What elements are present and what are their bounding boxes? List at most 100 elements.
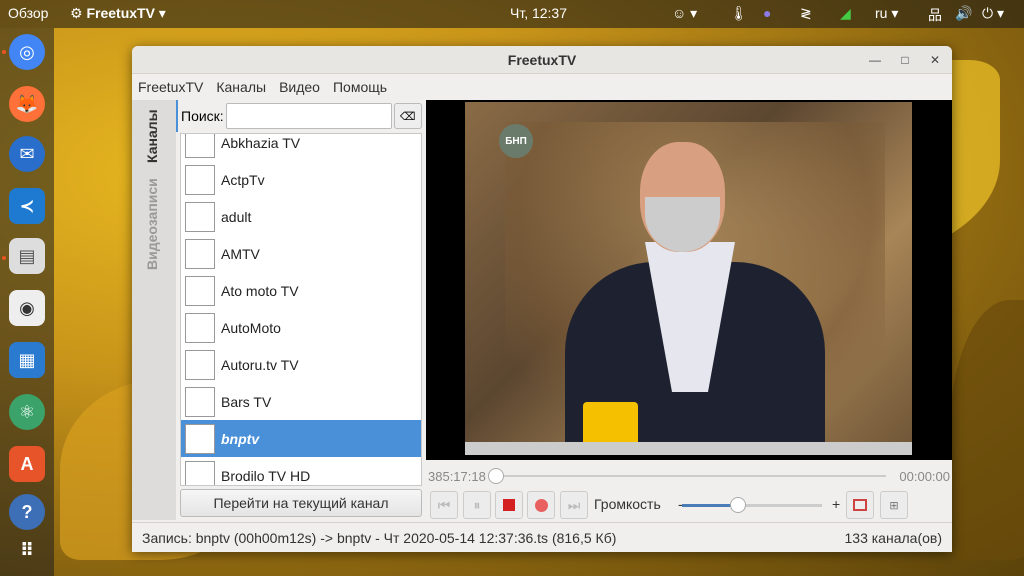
power-icon[interactable]: ⏻ ▾ (982, 5, 1004, 22)
previous-button[interactable]: ⏮ (430, 491, 458, 519)
channel-name: bnptv (221, 430, 260, 447)
language-indicator[interactable]: ru ▾ (875, 5, 898, 22)
channel-thumbnail (185, 164, 215, 195)
total-time: 00:00:00 (899, 469, 950, 484)
menu-video[interactable]: Видео (279, 79, 320, 95)
channel-thumbnail (185, 134, 215, 158)
fullscreen-icon (853, 499, 867, 511)
menu-help[interactable]: Помощь (333, 79, 387, 95)
channel-row[interactable]: Autoru.tv TV (181, 346, 421, 383)
stop-icon (503, 499, 515, 511)
zoom-tray-icon[interactable]: ≷ (800, 5, 812, 22)
channel-thumbnail (185, 423, 215, 454)
atom-icon[interactable]: ⚛ (9, 394, 45, 430)
channel-name: AutoMoto (221, 319, 281, 336)
channel-row[interactable]: AutoMoto (181, 309, 421, 346)
channel-list[interactable]: Abkhazia TV ActpTv adult AMTV Ato moto TV Aut… (180, 133, 422, 486)
menu-channels[interactable]: Каналы (216, 79, 266, 95)
menu-freetuxtv[interactable]: FreetuxTV (138, 79, 203, 95)
channel-name: Abkhazia TV (221, 134, 301, 151)
side-tabs: Каналы Видеозаписи (132, 100, 176, 520)
channel-name: Bars TV (221, 393, 272, 410)
tab-channels[interactable]: Каналы (144, 109, 160, 163)
video-frame: БНП (465, 102, 912, 455)
thunderbird-icon[interactable]: ✉ (9, 136, 45, 172)
dock: ◎ 🦊 ✉ ≺ ▤ ◉ ▦ ⚛ A ? ⠿ (0, 28, 54, 576)
next-button[interactable]: ⏭ (560, 491, 588, 519)
files-icon[interactable]: ▤ (9, 238, 45, 274)
video-area[interactable]: БНП (426, 100, 952, 460)
channel-thumbnail (185, 386, 215, 417)
channel-thumbnail (185, 349, 215, 380)
channel-thumbnail (185, 460, 215, 485)
accessibility-icon[interactable]: ☺ ▾ (672, 5, 697, 22)
firefox-icon[interactable]: 🦊 (9, 86, 45, 122)
channel-row[interactable]: Bars TV (181, 383, 421, 420)
pause-button[interactable]: ⏸ (463, 491, 491, 519)
clear-search-button[interactable]: ⌫ (393, 103, 422, 129)
elapsed-time: 385:17:18 (428, 469, 486, 484)
channel-row[interactable]: Ato moto TV (181, 272, 421, 309)
next-icon: ⏭ (567, 496, 581, 513)
volume-label: Громкость (594, 496, 661, 512)
clear-icon: ⌫ (399, 110, 416, 123)
mini-mode-icon: ⊞ (889, 499, 899, 512)
status-bar: Запись: bnptv (00h00m12s) -> bnptv - Чт … (132, 522, 952, 552)
wifi-icon[interactable]: ◢ (840, 5, 851, 22)
channel-thumbnail (185, 238, 215, 269)
help-icon[interactable]: ? (9, 494, 45, 530)
channel-row[interactable]: AMTV (181, 235, 421, 272)
volume-plus[interactable]: + (832, 496, 840, 512)
rhythmbox-icon[interactable]: ◉ (9, 290, 45, 326)
chromium-icon[interactable]: ◎ (9, 34, 45, 70)
tab-recordings[interactable]: Видеозаписи (144, 178, 160, 270)
minimize-button[interactable]: — (864, 46, 886, 74)
channel-row[interactable]: bnptv (181, 420, 421, 457)
volume-handle[interactable] (730, 497, 746, 513)
record-button[interactable] (527, 491, 555, 519)
channel-row[interactable]: Brodilo TV HD (181, 457, 421, 485)
mini-mode-button[interactable]: ⊞ (880, 491, 908, 519)
previous-icon: ⏮ (437, 496, 451, 513)
stop-button[interactable] (495, 491, 523, 519)
channel-row[interactable]: ActpTv (181, 161, 421, 198)
seek-handle[interactable] (488, 468, 504, 484)
channel-logo: БНП (499, 124, 533, 158)
search-input[interactable] (225, 103, 392, 129)
vscode-icon[interactable]: ≺ (9, 188, 45, 224)
clock[interactable]: Чт, 12:37 (510, 5, 567, 21)
apps-grid-icon[interactable]: ⠿ (9, 532, 45, 568)
channel-name: adult (221, 208, 252, 225)
software-icon[interactable]: A (9, 446, 45, 482)
volume-icon[interactable]: 🔊 (955, 5, 972, 22)
app-icon: ⚙ (70, 5, 87, 21)
network-icon[interactable]: 品 (928, 5, 942, 25)
recording-status: Запись: bnptv (00h00m12s) -> bnptv - Чт … (142, 530, 617, 546)
fullscreen-button[interactable] (846, 491, 874, 519)
seek-slider[interactable] (496, 475, 886, 477)
top-bar: Обзор ⚙ FreetuxTV ▾ Чт, 12:37 ☺ ▾ 🌡 ● ≷ … (0, 0, 1024, 28)
channel-name: Ato moto TV (221, 282, 299, 299)
channel-count: 133 канала(ов) (844, 530, 943, 546)
window-title: FreetuxTV (507, 52, 577, 68)
channel-thumbnail (185, 312, 215, 343)
channel-thumbnail (185, 275, 215, 306)
activities-button[interactable]: Обзор (8, 5, 48, 21)
app-menu[interactable]: ⚙ FreetuxTV ▾ (70, 5, 166, 22)
thermometer-icon[interactable]: 🌡 (730, 5, 748, 22)
close-button[interactable]: ✕ (924, 46, 946, 74)
writer-icon[interactable]: ▦ (9, 342, 45, 378)
channel-name: Autoru.tv TV (221, 356, 299, 373)
channel-thumbnail (185, 201, 215, 232)
freetuxtv-window: FreetuxTV — □ ✕ FreetuxTV Каналы Видео П… (132, 46, 952, 552)
viber-icon[interactable]: ● (763, 5, 771, 21)
channel-row[interactable]: adult (181, 198, 421, 235)
channel-name: ActpTv (221, 171, 265, 188)
player-controls: ⏮ ⏸ ⏭ Громкость - + ⊞ (426, 490, 952, 520)
channel-row[interactable]: Abkhazia TV (181, 134, 421, 161)
menu-bar: FreetuxTV Каналы Видео Помощь (132, 74, 952, 100)
maximize-button[interactable]: □ (894, 46, 916, 74)
goto-current-channel-button[interactable]: Перейти на текущий канал (180, 489, 422, 517)
title-bar: FreetuxTV — □ ✕ (132, 46, 952, 74)
volume-slider[interactable] (682, 504, 822, 507)
